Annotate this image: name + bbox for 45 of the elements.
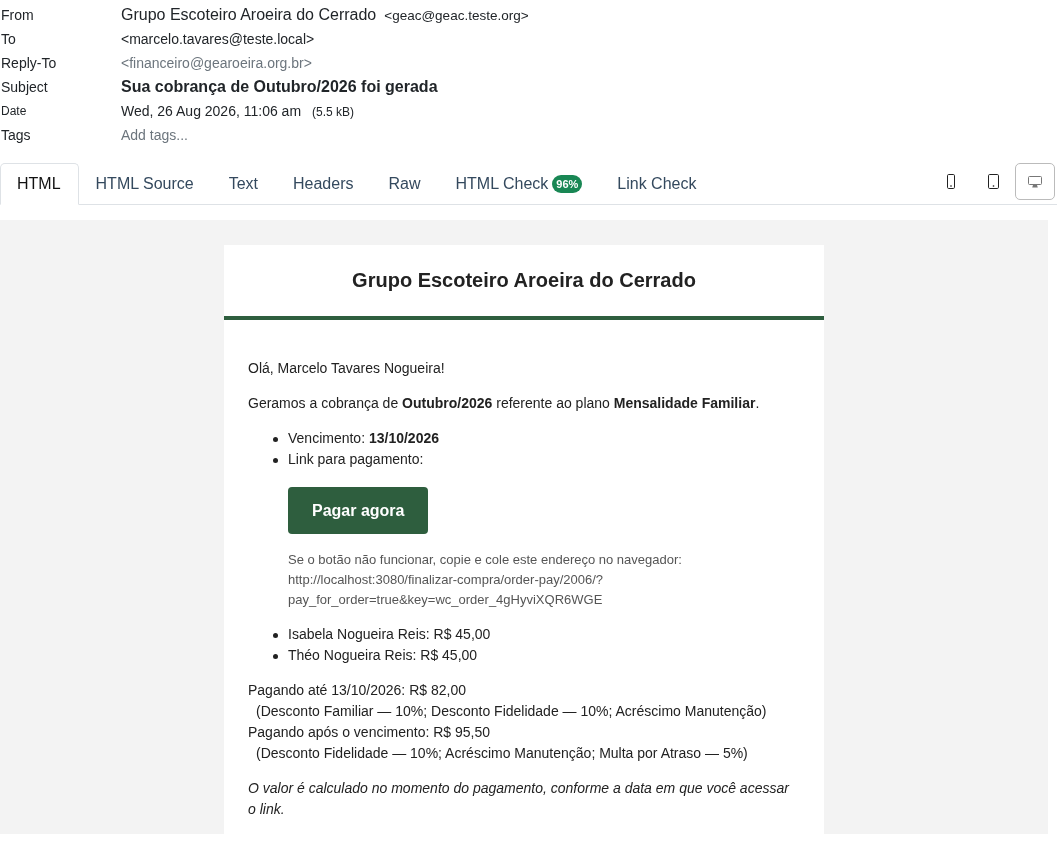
- price-line: Pagando até 13/10/2026: R$ 82,00: [248, 682, 466, 698]
- tab[interactable]: Raw: [371, 163, 439, 205]
- item-text: Théo Nogueira Reis: R$ 45,00: [288, 647, 478, 663]
- field-label: Reply-To: [1, 55, 58, 71]
- bullet-icon: [273, 654, 278, 659]
- tab[interactable]: Link Check: [600, 163, 715, 205]
- bullet-icon: [273, 437, 278, 442]
- greeting-text: Olá, Marcelo Tavares Nogueira!: [248, 359, 446, 378]
- email-title: Grupo Escoteiro Aroeira do Cerrado: [351, 269, 697, 292]
- date-text: Wed, 26 Aug 2026, 11:06 am: [121, 103, 302, 119]
- tags-field[interactable]: Add tags...: [121, 127, 381, 143]
- desktop-view-button[interactable]: [1015, 163, 1055, 200]
- tab[interactable]: Text: [211, 163, 276, 205]
- field-label: To: [1, 31, 17, 47]
- pay-now-button[interactable]: Pagar agora: [288, 487, 429, 534]
- score-badge: 96%: [552, 175, 583, 193]
- subject-text: Sua cobrança de Outubro/2026 foi gerada: [121, 78, 438, 96]
- price-line: Pagando após o vencimento: R$ 95,50: [248, 724, 491, 740]
- bullet-icon: [273, 458, 278, 463]
- tab[interactable]: HTML Source: [78, 163, 212, 205]
- monitor-icon: [1028, 175, 1042, 188]
- recipient-address: <marcelo.tavares@teste.local>: [121, 31, 315, 47]
- tab[interactable]: HTML Check 96%: [438, 163, 601, 205]
- intro-text: Geramos a cobrança de Outubro/2026 referente ao plano Mensalidade Familiar.: [248, 394, 761, 413]
- message-size: (5.5 kB): [312, 105, 355, 119]
- bullet-icon: [273, 633, 278, 638]
- tab[interactable]: HTML: [0, 163, 79, 205]
- discount-details: (Desconto Familiar — 10%; Desconto Fidelidade — 10%; Acréscimo Manutenção): [256, 703, 767, 719]
- reply-to-address: <financeiro@gearoeira.org.br>: [121, 55, 312, 71]
- field-label: Date: [1, 104, 28, 118]
- payment-url: http://localhost:3080/finalizar-compra/order-pay/2006/?pay_for_order=true&key=wc_order_4gHyviXQR6WGE: [288, 571, 605, 609]
- fallback-note: Se o botão não funcionar, copie e cole este endereço no navegador:: [288, 551, 683, 569]
- sender-name: Grupo Escoteiro Aroeira do Cerrado: [121, 6, 377, 24]
- tablet-icon: [987, 174, 999, 189]
- field-label: From: [1, 7, 35, 23]
- detail-text: Vencimento: 13/10/2026: [288, 430, 439, 446]
- phone-icon: [947, 174, 955, 189]
- field-label: Subject: [1, 79, 49, 95]
- sender-address: <geac@geac.teste.org>: [384, 8, 529, 23]
- field-label: Tags: [1, 127, 32, 143]
- footnote-text: O valor é calculado no momento do pagamento, conforme a data em que você acessar o link.: [248, 779, 791, 819]
- tab[interactable]: Headers: [276, 163, 372, 205]
- detail-text: Link para pagamento:: [288, 451, 424, 467]
- item-text: Isabela Nogueira Reis: R$ 45,00: [288, 626, 491, 642]
- discount-details: (Desconto Fidelidade — 10%; Acréscimo Manutenção; Multa por Atraso — 5%): [256, 745, 748, 761]
